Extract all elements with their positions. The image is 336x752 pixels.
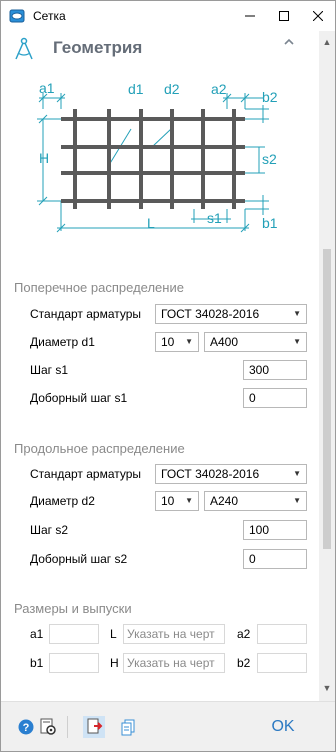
longitudinal-class-select[interactable]: A240 ▼ — [204, 491, 307, 511]
dim-l-label: L — [110, 627, 117, 641]
dim-b1-input[interactable] — [49, 653, 99, 673]
chevron-down-icon: ▼ — [185, 337, 193, 346]
dim-a2-label: a2 — [237, 627, 251, 641]
dim-b1-label: b1 — [30, 656, 44, 670]
transverse-header: Поперечное распределение — [14, 280, 184, 295]
label-s1: s1 — [207, 210, 222, 226]
export-icon[interactable] — [83, 716, 105, 738]
dialog-window: Сетка Геометрия ▲ ▼ a1 d1 d2 a2 b2 H s2 … — [0, 0, 336, 752]
label-l: L — [147, 215, 155, 231]
longitudinal-step-input[interactable]: 100 — [243, 520, 307, 540]
longitudinal-diameter-label: Диаметр d2 — [30, 494, 95, 508]
longitudinal-extra-step-label: Доборный шаг s2 — [30, 552, 128, 566]
dim-b2-label: b2 — [237, 656, 251, 670]
transverse-standard-label: Стандарт арматуры — [30, 307, 142, 321]
svg-text:?: ? — [23, 722, 30, 734]
chevron-up-icon[interactable] — [283, 37, 295, 47]
transverse-class-select[interactable]: A400 ▼ — [204, 332, 307, 352]
settings-icon[interactable] — [39, 718, 57, 736]
label-b2: b2 — [262, 89, 278, 105]
minimize-button[interactable] — [233, 1, 267, 31]
scroll-down-arrow[interactable]: ▼ — [319, 681, 335, 695]
dialog-content: Геометрия ▲ ▼ a1 d1 d2 a2 b2 H s2 L s1 b… — [1, 31, 335, 701]
longitudinal-standard-select[interactable]: ГОСТ 34028-2016 ▼ — [155, 464, 307, 484]
dimensions-header: Размеры и выпуски — [14, 601, 132, 616]
vertical-scrollbar[interactable]: ▲ ▼ — [319, 31, 335, 701]
footer-divider — [67, 716, 68, 738]
dim-b2-input[interactable] — [257, 653, 307, 673]
minimize-icon — [245, 15, 255, 17]
window-title: Сетка — [33, 9, 66, 23]
compass-icon — [15, 37, 33, 60]
ok-button[interactable]: OK — [263, 716, 303, 738]
label-a2: a2 — [211, 83, 227, 97]
chevron-down-icon: ▼ — [185, 496, 193, 505]
copy-icon[interactable] — [119, 718, 137, 736]
mesh-diagram: a1 d1 d2 a2 b2 H s2 L s1 b1 — [37, 83, 278, 233]
dim-l-input[interactable]: Указать на черт — [123, 624, 225, 644]
chevron-down-icon: ▼ — [293, 496, 301, 505]
transverse-standard-select[interactable]: ГОСТ 34028-2016 ▼ — [155, 304, 307, 324]
chevron-down-icon: ▼ — [293, 309, 301, 318]
dim-h-input[interactable]: Указать на черт — [123, 653, 225, 673]
label-s2: s2 — [262, 151, 277, 167]
label-a1: a1 — [39, 83, 55, 96]
label-d1: d1 — [128, 83, 144, 97]
geometry-section-header[interactable]: Геометрия — [1, 31, 319, 65]
title-bar: Сетка — [1, 1, 335, 31]
transverse-step-input[interactable]: 300 — [243, 360, 307, 380]
label-h: H — [39, 150, 49, 166]
longitudinal-step-label: Шаг s2 — [30, 523, 69, 537]
app-icon — [9, 9, 25, 23]
chevron-down-icon: ▼ — [293, 337, 301, 346]
transverse-diameter-label: Диаметр d1 — [30, 335, 95, 349]
close-icon — [313, 11, 323, 21]
label-d2: d2 — [164, 83, 180, 97]
label-b1: b1 — [262, 215, 278, 231]
dim-h-label: H — [110, 656, 119, 670]
maximize-button[interactable] — [267, 1, 301, 31]
transverse-extra-step-label: Доборный шаг s1 — [30, 391, 128, 405]
longitudinal-extra-step-input[interactable]: 0 — [243, 549, 307, 569]
longitudinal-header: Продольное распределение — [14, 441, 185, 456]
transverse-diameter-select[interactable]: 10 ▼ — [155, 332, 199, 352]
close-button[interactable] — [301, 1, 335, 31]
chevron-down-icon: ▼ — [293, 469, 301, 478]
dim-a1-input[interactable] — [49, 624, 99, 644]
help-icon[interactable]: ? — [17, 718, 35, 736]
scroll-up-arrow[interactable]: ▲ — [319, 35, 335, 49]
section-title: Геометрия — [53, 38, 143, 57]
scrollbar-thumb[interactable] — [323, 249, 331, 549]
dim-a2-input[interactable] — [257, 624, 307, 644]
transverse-extra-step-input[interactable]: 0 — [243, 388, 307, 408]
longitudinal-standard-label: Стандарт арматуры — [30, 467, 142, 481]
longitudinal-diameter-select[interactable]: 10 ▼ — [155, 491, 199, 511]
transverse-step-label: Шаг s1 — [30, 363, 69, 377]
maximize-icon — [279, 11, 289, 21]
dialog-footer: ? OK — [1, 701, 335, 751]
dim-a1-label: a1 — [30, 627, 44, 641]
